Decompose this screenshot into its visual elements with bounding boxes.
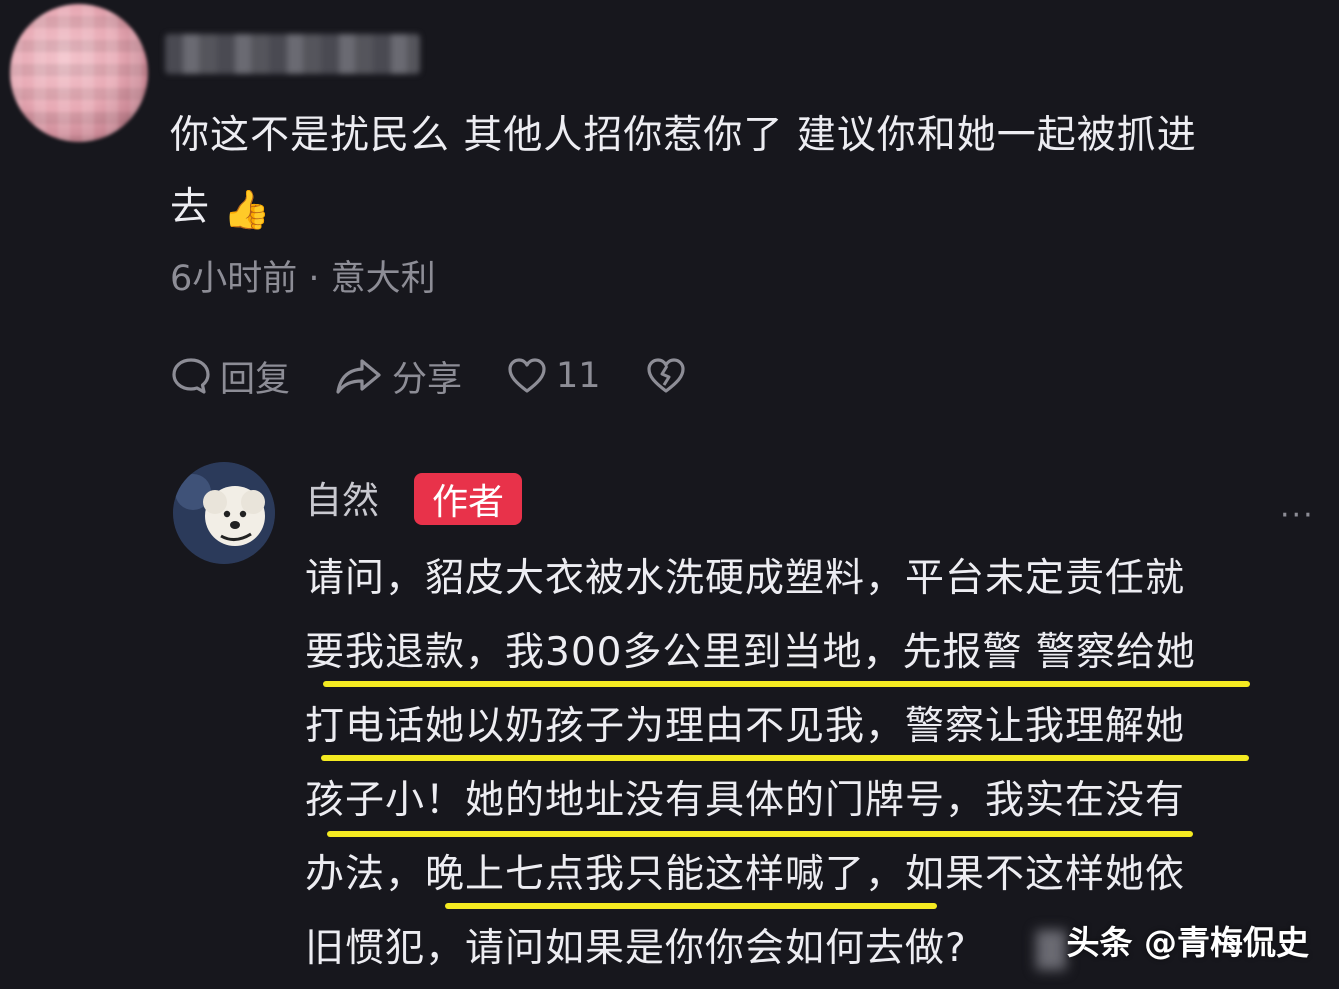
reply-button[interactable]: 回复 [170,351,290,402]
reply-line-4: 孩子小！她的地址没有具体的门牌号，我实在没有 [305,767,1305,841]
reply-line-2: 要我退款，我300多公里到当地，先报警 警察给她 [305,619,1305,693]
highlight-underline [323,681,1250,687]
comment-location: 意大利 [330,259,436,299]
comment-screen: 你这不是扰民么 其他人招你惹你了 建议你和她一起被抓进 去 👍 6小时前 · 意… [0,0,1339,989]
comment-time: 6小时前 [170,259,298,299]
highlight-underline [327,831,1193,837]
reply-line-3: 打电话她以奶孩子为理由不见我，警察让我理解她 [305,693,1305,767]
comment-text-line2: 去 👍 [170,185,272,232]
reply-label: 回复 [220,359,291,400]
thumbs-up-emoji: 👍 [223,187,272,232]
commenter-name-blurred [165,34,420,74]
commenter-avatar[interactable] [10,4,148,142]
share-arrow-icon [336,359,381,394]
share-button[interactable]: 分享 [334,351,462,402]
meta-separator: · [297,259,331,299]
highlight-underline [445,903,937,909]
broken-heart-icon [646,358,685,393]
more-options-icon[interactable]: ··· [1280,498,1315,533]
author-avatar[interactable] [173,462,275,564]
comment-text: 你这不是扰民么 其他人招你惹你了 建议你和她一起被抓进 去 👍 [170,100,1330,246]
heart-icon [508,358,546,393]
like-button[interactable]: 11 [506,355,601,397]
dog-avatar-icon [173,462,275,564]
watermark-blur [1036,930,1066,970]
reply-line-1: 请问，貂皮大衣被水洗硬成塑料，平台未定责任就 [305,556,1186,601]
watermark: 头条 @青梅侃史 [1066,923,1310,962]
share-label: 分享 [392,359,463,400]
highlight-underline [321,755,1249,761]
comment-actions: 回复 分享 11 [170,350,739,402]
author-name[interactable]: 自然 [305,470,379,524]
comment-meta: 6小时前 · 意大利 [170,250,436,301]
reply-line-5: 办法，晚上七点我只能这样喊了，如果不这样她依 [305,841,1305,915]
comment-bubble-icon [172,358,210,394]
comment-text-line1: 你这不是扰民么 其他人招你惹你了 建议你和她一起被抓进 [170,113,1197,158]
dislike-button[interactable] [645,355,695,397]
author-badge: 作者 [414,473,522,525]
like-count: 11 [556,356,601,396]
